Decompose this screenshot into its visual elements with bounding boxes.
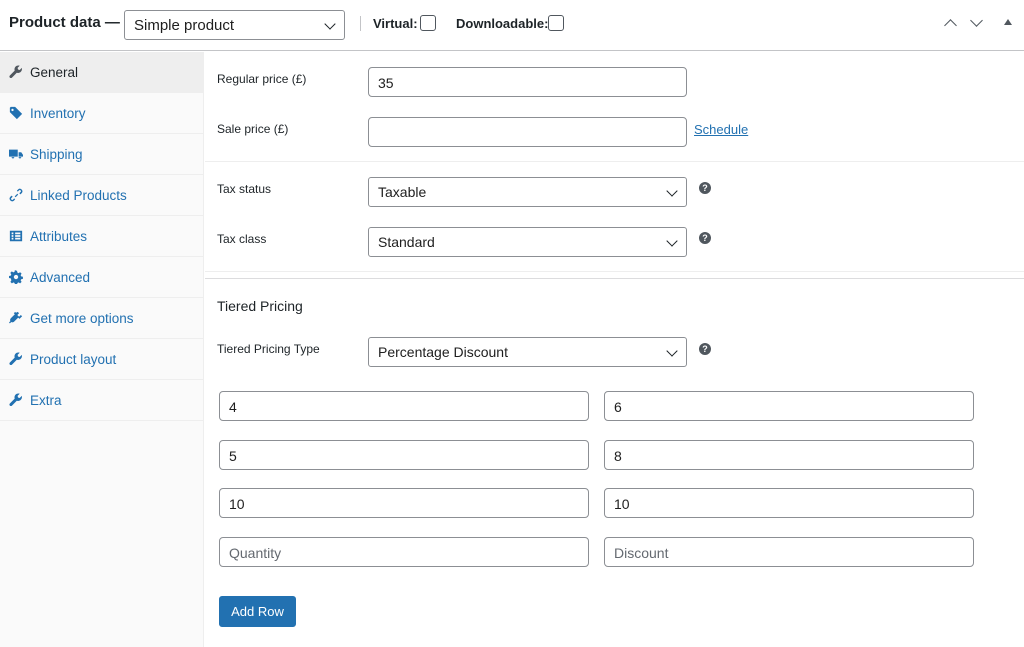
virtual-checkbox[interactable]: [420, 15, 436, 31]
schedule-link[interactable]: Schedule: [694, 122, 748, 137]
tab-extra[interactable]: Extra: [0, 380, 204, 421]
section-divider: [205, 161, 1024, 162]
chevron-down-icon: [324, 18, 336, 30]
tier-discount-value: 8: [614, 448, 622, 464]
tax-status-select[interactable]: Taxable: [368, 177, 687, 207]
tax-status-value: Taxable: [378, 184, 427, 200]
new-tier-discount-input[interactable]: Discount: [604, 537, 974, 567]
header-divider: [360, 16, 361, 31]
product-type-value: Simple product: [134, 17, 235, 34]
move-down-button[interactable]: [966, 14, 986, 34]
quantity-placeholder: Quantity: [229, 545, 282, 561]
wrench-icon: [9, 352, 23, 366]
add-row-button[interactable]: Add Row: [219, 596, 296, 627]
tab-label: Inventory: [30, 106, 86, 121]
tag-icon: [9, 106, 23, 120]
tab-shipping[interactable]: Shipping: [0, 134, 204, 175]
tax-class-value: Standard: [378, 234, 435, 250]
regular-price-value: 35: [378, 75, 394, 91]
tiered-pricing-title: Tiered Pricing: [217, 298, 303, 314]
tier-quantity-value: 5: [229, 448, 237, 464]
sale-price-input[interactable]: [368, 117, 687, 147]
wrench-icon: [9, 393, 23, 407]
link-icon: [9, 188, 23, 202]
downloadable-checkbox[interactable]: [548, 15, 564, 31]
tab-label: General: [30, 65, 79, 80]
tier-discount-value: 10: [614, 496, 630, 512]
tab-get-more-options[interactable]: Get more options: [0, 298, 204, 339]
tier-quantity-input[interactable]: 10: [219, 488, 589, 518]
product-data-title: Product data —: [9, 14, 120, 31]
downloadable-label: Downloadable:: [456, 16, 549, 31]
section-divider: [205, 278, 1024, 279]
tab-label: Product layout: [30, 352, 117, 367]
virtual-label: Virtual:: [373, 16, 418, 31]
product-data-header: Product data — Simple product Virtual: D…: [0, 0, 1024, 51]
tab-label: Attributes: [30, 229, 88, 244]
tab-label: Advanced: [30, 270, 91, 285]
collapse-toggle-icon[interactable]: [1004, 19, 1012, 25]
sale-price-label: Sale price (£): [217, 122, 289, 136]
tiered-pricing-type-value: Percentage Discount: [378, 344, 508, 360]
section-divider: [205, 271, 1024, 272]
chevron-down-icon: [970, 14, 983, 27]
tab-label: Get more options: [30, 311, 134, 326]
list-icon: [9, 229, 23, 243]
tab-advanced[interactable]: Advanced: [0, 257, 204, 298]
wrench-icon: [9, 65, 23, 79]
tiered-pricing-type-select[interactable]: Percentage Discount: [368, 337, 687, 367]
gear-icon: [9, 270, 23, 284]
tab-general[interactable]: General: [0, 52, 204, 93]
regular-price-input[interactable]: 35: [368, 67, 687, 97]
tab-attributes[interactable]: Attributes: [0, 216, 204, 257]
chevron-down-icon: [666, 185, 678, 197]
chevron-up-icon: [944, 19, 957, 32]
help-icon[interactable]: ?: [699, 182, 711, 194]
tab-inventory[interactable]: Inventory: [0, 93, 204, 134]
help-icon[interactable]: ?: [699, 343, 711, 355]
product-data-tabs: General Inventory Shipping Linked Produc…: [0, 52, 204, 647]
tier-quantity-value: 4: [229, 399, 237, 415]
tax-class-select[interactable]: Standard: [368, 227, 687, 257]
tiered-pricing-type-label: Tiered Pricing Type: [217, 342, 320, 356]
tax-class-label: Tax class: [217, 232, 267, 246]
tab-linked-products[interactable]: Linked Products: [0, 175, 204, 216]
tab-label: Extra: [30, 393, 62, 408]
tier-discount-value: 6: [614, 399, 622, 415]
help-icon[interactable]: ?: [699, 232, 711, 244]
tier-discount-input[interactable]: 8: [604, 440, 974, 470]
new-tier-quantity-input[interactable]: Quantity: [219, 537, 589, 567]
truck-icon: [9, 147, 23, 161]
move-up-button[interactable]: [940, 14, 960, 34]
discount-placeholder: Discount: [614, 545, 669, 561]
product-type-select[interactable]: Simple product: [124, 10, 345, 40]
tab-label: Linked Products: [30, 188, 127, 203]
tier-discount-input[interactable]: 6: [604, 391, 974, 421]
tax-status-label: Tax status: [217, 182, 272, 196]
tier-discount-input[interactable]: 10: [604, 488, 974, 518]
tier-quantity-value: 10: [229, 496, 245, 512]
tab-label: Shipping: [30, 147, 83, 162]
tab-product-layout[interactable]: Product layout: [0, 339, 204, 380]
chevron-down-icon: [666, 235, 678, 247]
chevron-down-icon: [666, 345, 678, 357]
tier-quantity-input[interactable]: 4: [219, 391, 589, 421]
regular-price-label: Regular price (£): [217, 72, 307, 86]
tier-quantity-input[interactable]: 5: [219, 440, 589, 470]
plugin-icon: [9, 311, 23, 325]
